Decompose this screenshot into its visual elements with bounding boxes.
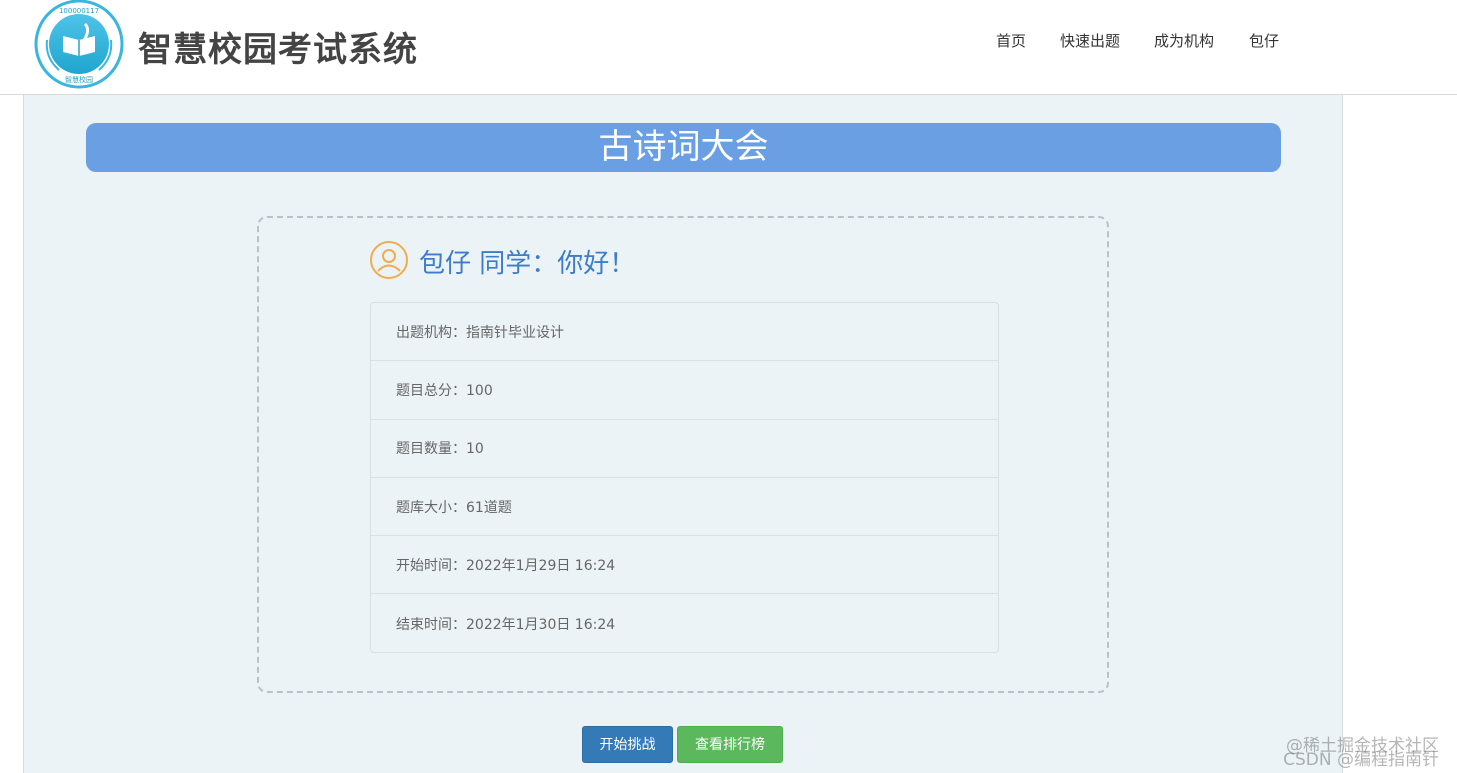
info-start-time: 开始时间：2022年1月29日 16:24 [371,536,998,595]
exam-info-list: 出题机构：指南针毕业设计 题目总分：100 题目数量：10 题库大小：61道题 … [370,302,999,653]
svg-text:100000117: 100000117 [59,7,99,15]
start-challenge-button[interactable]: 开始挑战 [582,726,673,763]
nav-user[interactable]: 包仔 [1249,30,1279,51]
nav-quick-question[interactable]: 快速出题 [1060,30,1120,51]
exam-banner-title: 古诗词大会 [86,123,1281,172]
exam-info-card: 包仔 同学：你好！ 出题机构：指南针毕业设计 题目总分：100 题目数量：10 … [257,216,1109,693]
main-nav: 首页 快速出题 成为机构 包仔 [0,30,1457,54]
info-end-time: 结束时间：2022年1月30日 16:24 [396,616,616,633]
nav-home[interactable]: 首页 [996,30,1026,51]
info-total-score: 题目总分：100 [371,361,998,420]
view-ranking-button[interactable]: 查看排行榜 [677,726,783,763]
top-header: 100000117 智慧校园 智慧校园考试系统 首页 快速出题 成为机构 包仔 [0,0,1457,95]
greeting-text: 包仔 同学：你好！ [419,249,636,279]
svg-text:智慧校园: 智慧校园 [65,75,93,84]
info-institution: 出题机构：指南针毕业设计 [371,303,998,362]
nav-become-institution[interactable]: 成为机构 [1154,30,1214,51]
greeting: 包仔 同学：你好！ [369,239,869,281]
watermark-csdn: CSDN @编程指南针 [1283,750,1439,770]
info-bank-size: 题库大小：61道题 [371,478,998,537]
user-icon [370,241,408,279]
info-question-count: 题目数量：10 [371,420,998,478]
main-content: 古诗词大会 包仔 同学：你好！ 出题机构：指南针毕业设计 题目总分：100 题目… [23,95,1343,773]
